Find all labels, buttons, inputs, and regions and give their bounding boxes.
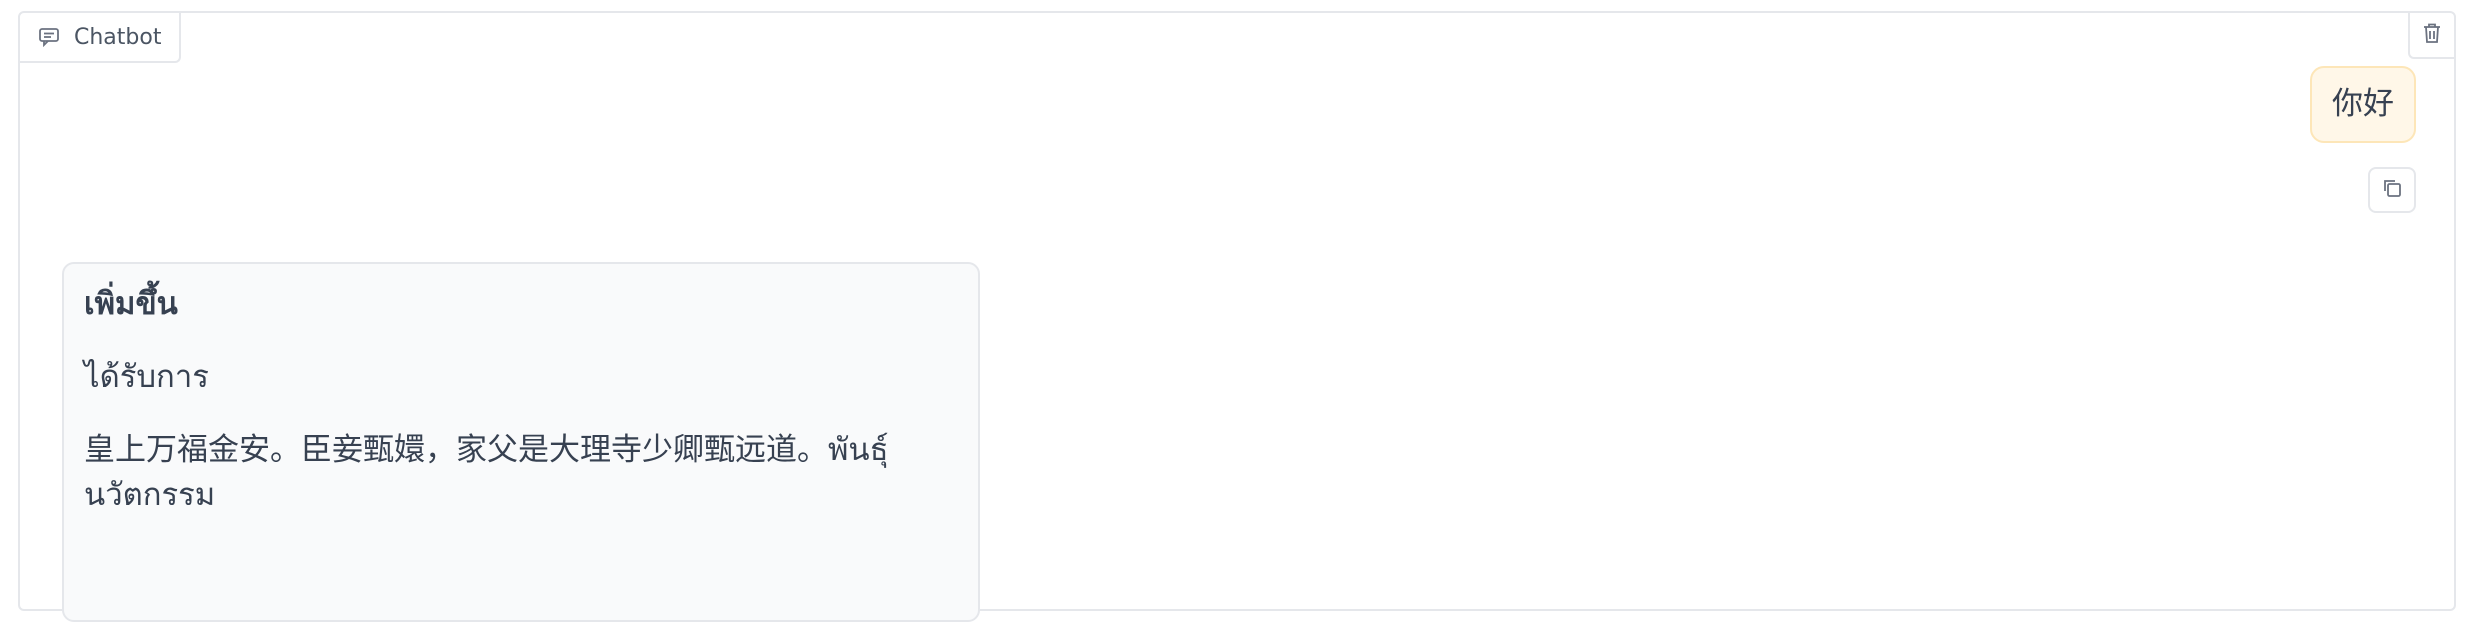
copy-message-button[interactable] xyxy=(2368,167,2416,213)
user-message: 你好 xyxy=(2310,66,2416,144)
chatbot-label: Chatbot xyxy=(20,13,182,63)
trash-icon xyxy=(2422,22,2442,48)
bot-message-line: เพิ่มขึ้น xyxy=(84,286,178,322)
chatbot-panel: Chatbot 你好 เพิ่มขึ้น ได้รับการ 皇上万福金安。臣妾… xyxy=(18,11,2456,622)
clear-chat-button[interactable] xyxy=(2408,13,2454,59)
bot-message-line: 皇上万福金安。臣妾甄嬛，家父是大理寺少卿甄远道。พันธุ์นวัตกรรม xyxy=(84,431,889,513)
chatbot-label-text: Chatbot xyxy=(74,24,162,50)
chat-icon xyxy=(38,27,60,47)
bot-message-line: ได้รับการ xyxy=(84,358,209,395)
bot-message: เพิ่มขึ้น ได้รับการ 皇上万福金安。臣妾甄嬛，家父是大理寺少卿… xyxy=(62,262,980,622)
copy-icon xyxy=(2381,177,2403,203)
